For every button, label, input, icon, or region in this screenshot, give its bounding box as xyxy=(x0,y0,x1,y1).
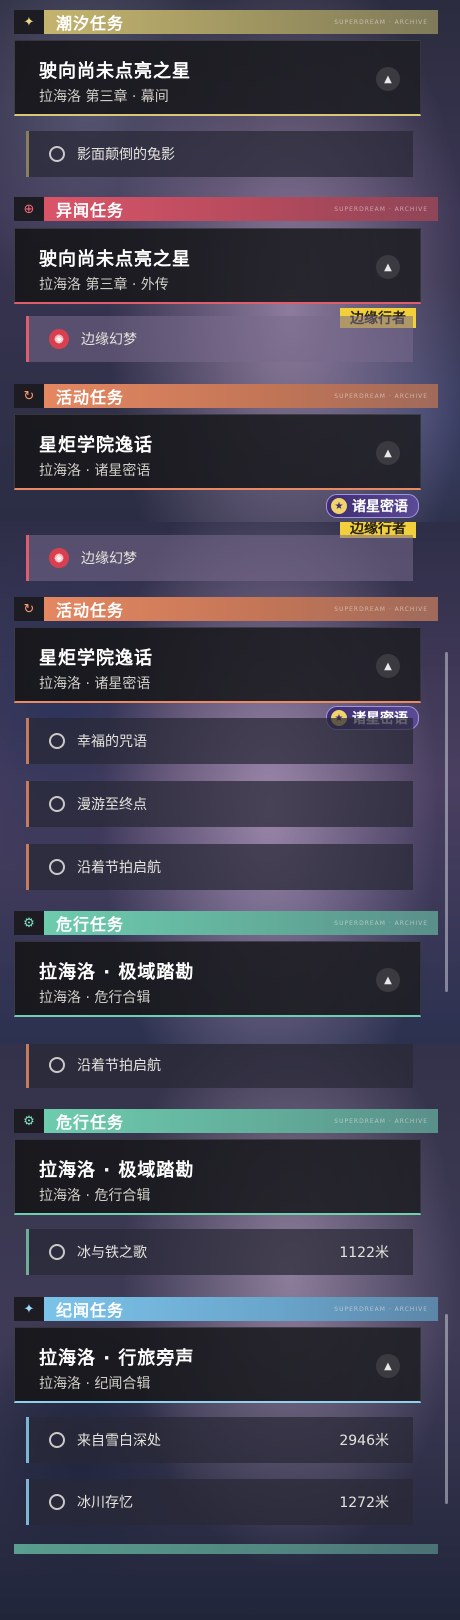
step-label: 来自雪白深处 xyxy=(77,1433,161,1449)
quest-subtitle: 拉海洛 · 诸星密语 xyxy=(39,463,151,479)
circle-icon xyxy=(49,1494,65,1510)
circle-icon xyxy=(49,859,65,875)
quest-step[interactable]: 漫游至终点 xyxy=(26,781,413,827)
step-distance: 2946米 xyxy=(339,1433,389,1449)
chevron-up-icon[interactable]: ▲ xyxy=(376,654,400,678)
step-distance: 1272米 xyxy=(339,1495,389,1511)
loop-icon: ↻ xyxy=(14,597,44,621)
segment-2: 边缘行者 ◈ 边缘幻梦 ↻ 活动任务 SUPERDREAM · ARCHIVE … xyxy=(0,522,460,1044)
danger-quest-header: ⚙ 危行任务 SUPERDREAM · ARCHIVE xyxy=(14,911,438,935)
scrollbar[interactable] xyxy=(445,652,448,992)
header-label: 危行任务 xyxy=(56,915,125,934)
header-deco: SUPERDREAM · ARCHIVE xyxy=(334,1117,428,1125)
rumor-quest-header: ⊕ 异闻任务 SUPERDREAM · ARCHIVE xyxy=(14,197,438,221)
header-label: 纪闻任务 xyxy=(56,1301,125,1320)
quest-title: 拉海洛 · 极域踏勘 xyxy=(39,962,195,983)
chevron-up-icon[interactable]: ▲ xyxy=(376,968,400,992)
quest-subtitle: 拉海洛 · 诸星密语 xyxy=(39,676,151,692)
sparkle-icon: ✦ xyxy=(14,10,44,34)
quest-step[interactable]: 冰与铁之歌 1122米 xyxy=(26,1229,413,1275)
header-label: 活动任务 xyxy=(56,601,125,620)
chevron-up-icon[interactable]: ▲ xyxy=(376,67,400,91)
gear-icon: ⚙ xyxy=(14,911,44,935)
danger-quest-card[interactable]: 拉海洛 · 极域踏勘 拉海洛 · 危行合辑 xyxy=(14,1139,421,1215)
header-deco: SUPERDREAM · ARCHIVE xyxy=(334,919,428,927)
quest-subtitle: 拉海洛 · 危行合辑 xyxy=(39,1188,151,1204)
step-label: 冰川存忆 xyxy=(77,1495,133,1511)
quest-subtitle: 拉海洛 第三章 · 幕间 xyxy=(39,89,169,105)
next-quest-header-partial xyxy=(14,1544,438,1554)
step-label: 边缘幻梦 xyxy=(81,332,137,348)
header-deco: SUPERDREAM · ARCHIVE xyxy=(334,1305,428,1313)
header-deco: SUPERDREAM · ARCHIVE xyxy=(334,18,428,26)
sparkle-icon: ✦ xyxy=(14,1297,44,1321)
gear-icon: ⚙ xyxy=(14,1109,44,1133)
danger-quest-card[interactable]: 拉海洛 · 极域踏勘 拉海洛 · 危行合辑 ▲ xyxy=(14,941,421,1017)
rumor-quest-card[interactable]: 驶向尚未点亮之星 拉海洛 第三章 · 外传 ▲ xyxy=(14,228,421,304)
step-label: 沿着节拍启航 xyxy=(77,860,161,876)
stars-whisper-tag: ★ 诸星密语 xyxy=(326,494,419,518)
tide-quest-header: ✦ 潮汐任务 SUPERDREAM · ARCHIVE xyxy=(14,10,438,34)
quest-title: 拉海洛 · 行旅旁声 xyxy=(39,1348,195,1369)
header-label: 活动任务 xyxy=(56,388,125,407)
quest-title: 星炬学院逸话 xyxy=(39,648,153,669)
circle-icon xyxy=(49,1432,65,1448)
activity-quest-header: ↻ 活动任务 SUPERDREAM · ARCHIVE xyxy=(14,384,438,408)
chevron-up-icon[interactable]: ▲ xyxy=(376,441,400,465)
chronicle-quest-card[interactable]: 拉海洛 · 行旅旁声 拉海洛 · 纪闻合辑 ▲ xyxy=(14,1327,421,1403)
danger-quest-header: ⚙ 危行任务 SUPERDREAM · ARCHIVE xyxy=(14,1109,438,1133)
quest-subtitle: 拉海洛 · 纪闻合辑 xyxy=(39,1376,151,1392)
step-label: 幸福的咒语 xyxy=(77,734,147,750)
dream-emblem-icon: ◈ xyxy=(49,329,69,349)
header-label: 潮汐任务 xyxy=(56,14,125,33)
circle-icon xyxy=(49,146,65,162)
step-label: 冰与铁之歌 xyxy=(77,1245,147,1261)
quest-step[interactable]: 沿着节拍启航 xyxy=(26,1044,413,1088)
tide-quest-card[interactable]: 驶向尚未点亮之星 拉海洛 第三章 · 幕间 ▲ xyxy=(14,40,421,116)
quest-step[interactable]: 幸福的咒语 xyxy=(26,718,413,764)
chevron-up-icon[interactable]: ▲ xyxy=(376,1354,400,1378)
quest-step[interactable]: 影面颠倒的兔影 xyxy=(26,131,413,177)
step-label: 边缘幻梦 xyxy=(81,551,137,567)
circle-icon xyxy=(49,733,65,749)
quest-title: 拉海洛 · 极域踏勘 xyxy=(39,1160,195,1181)
quest-step[interactable]: 冰川存忆 1272米 xyxy=(26,1479,413,1525)
step-distance: 1122米 xyxy=(339,1245,389,1261)
chevron-up-icon[interactable]: ▲ xyxy=(376,255,400,279)
dream-emblem-icon: ◈ xyxy=(49,548,69,568)
quest-step[interactable]: ◈ 边缘幻梦 xyxy=(26,316,413,362)
quest-step[interactable]: 沿着节拍启航 xyxy=(26,844,413,890)
header-deco: SUPERDREAM · ARCHIVE xyxy=(334,605,428,613)
activity-quest-header: ↻ 活动任务 SUPERDREAM · ARCHIVE xyxy=(14,597,438,621)
step-label: 影面颠倒的兔影 xyxy=(77,147,175,163)
header-deco: SUPERDREAM · ARCHIVE xyxy=(334,205,428,213)
quest-title: 驶向尚未点亮之星 xyxy=(39,249,191,270)
crosshair-icon: ⊕ xyxy=(14,197,44,221)
chronicle-quest-header: ✦ 纪闻任务 SUPERDREAM · ARCHIVE xyxy=(14,1297,438,1321)
step-label: 漫游至终点 xyxy=(77,797,147,813)
quest-step[interactable]: 来自雪白深处 2946米 xyxy=(26,1417,413,1463)
scrollbar[interactable] xyxy=(445,1314,448,1504)
quest-subtitle: 拉海洛 · 危行合辑 xyxy=(39,990,151,1006)
quest-title: 星炬学院逸话 xyxy=(39,435,153,456)
star-emblem-icon: ★ xyxy=(331,498,347,514)
segment-3: 沿着节拍启航 ⚙ 危行任务 SUPERDREAM · ARCHIVE 拉海洛 ·… xyxy=(0,1044,460,1620)
circle-icon xyxy=(49,796,65,812)
loop-icon: ↻ xyxy=(14,384,44,408)
tag-label: 诸星密语 xyxy=(352,499,408,515)
activity-quest-card[interactable]: 星炬学院逸话 拉海洛 · 诸星密语 ▲ xyxy=(14,414,421,490)
step-label: 沿着节拍启航 xyxy=(77,1058,161,1074)
quest-title: 驶向尚未点亮之星 xyxy=(39,61,191,82)
quest-subtitle: 拉海洛 第三章 · 外传 xyxy=(39,277,169,293)
quest-step[interactable]: ◈ 边缘幻梦 xyxy=(26,535,413,581)
header-label: 异闻任务 xyxy=(56,201,125,220)
header-deco: SUPERDREAM · ARCHIVE xyxy=(334,392,428,400)
segment-1: ✦ 潮汐任务 SUPERDREAM · ARCHIVE 驶向尚未点亮之星 拉海洛… xyxy=(0,0,460,522)
header-label: 危行任务 xyxy=(56,1113,125,1132)
circle-icon xyxy=(49,1244,65,1260)
activity-quest-card[interactable]: 星炬学院逸话 拉海洛 · 诸星密语 ▲ xyxy=(14,627,421,703)
circle-icon xyxy=(49,1057,65,1073)
